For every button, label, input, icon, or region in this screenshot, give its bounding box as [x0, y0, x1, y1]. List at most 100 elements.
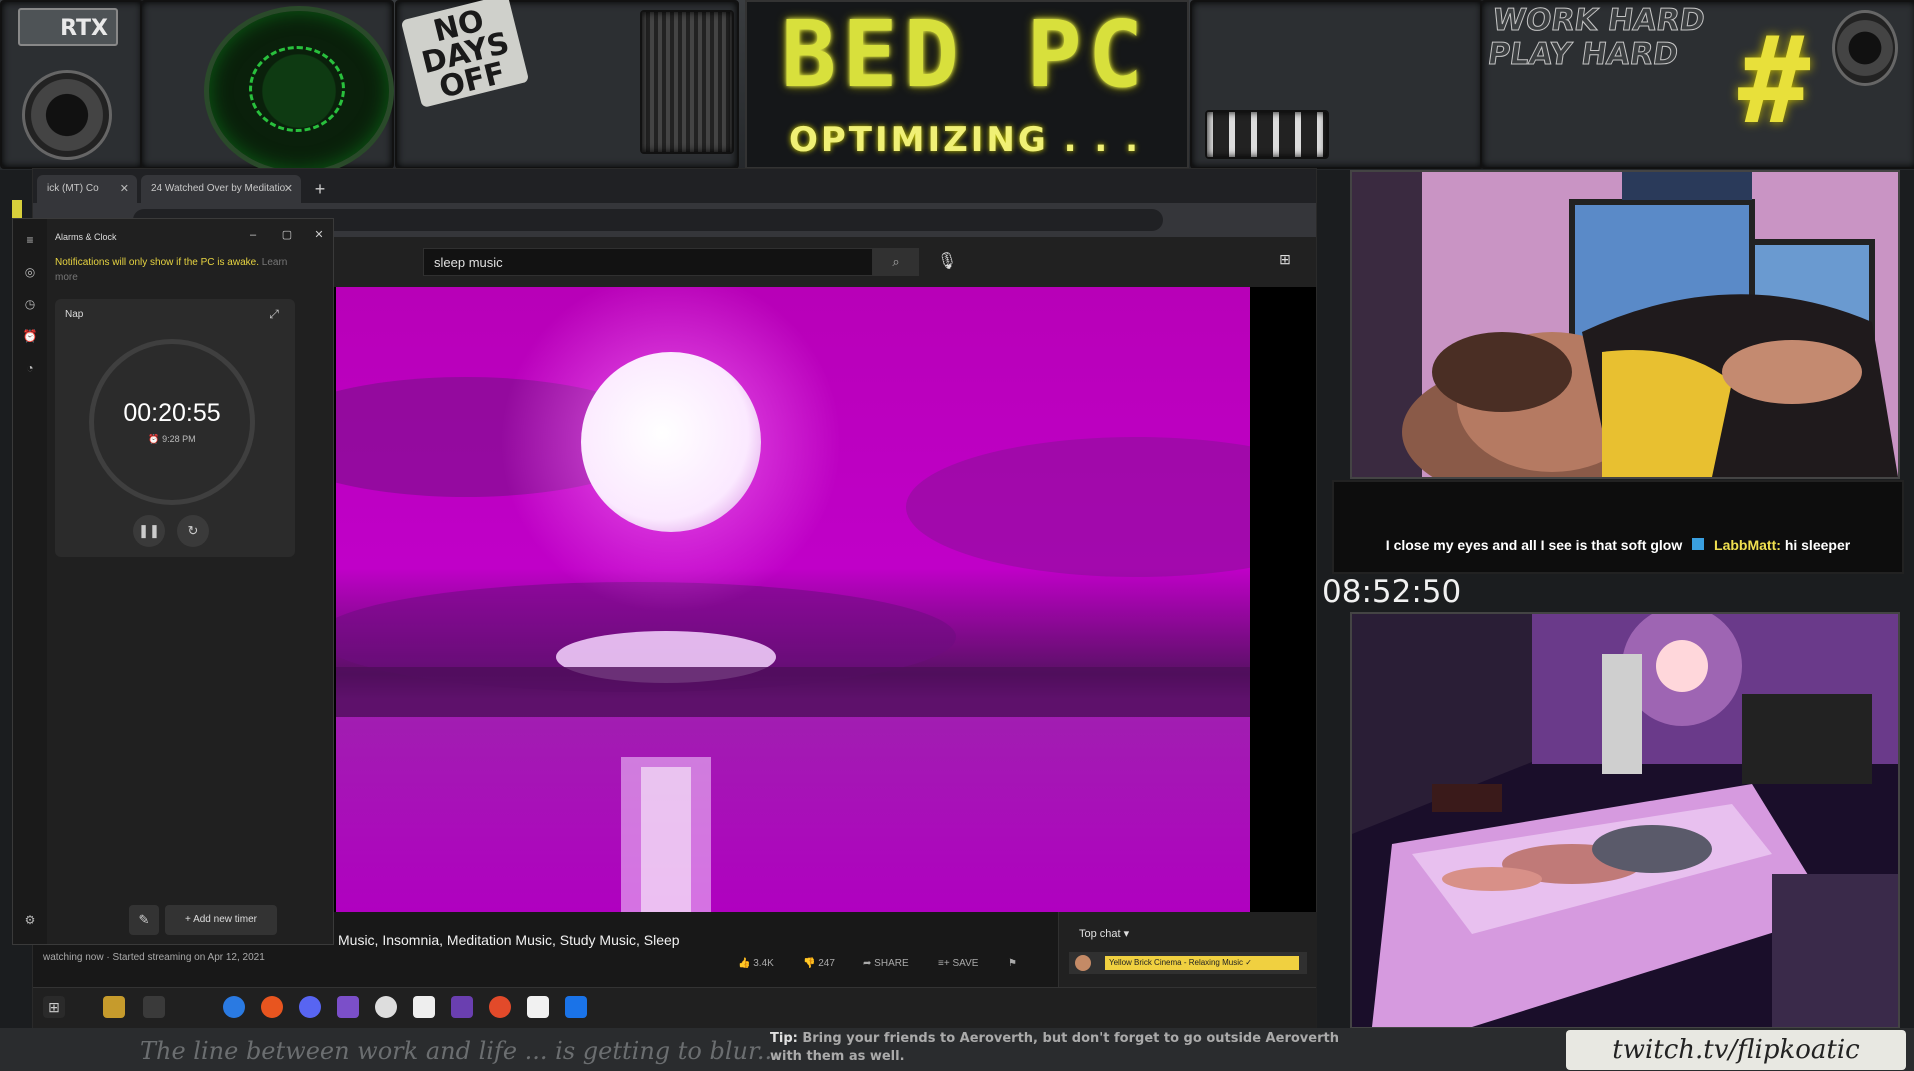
circuit-chip [640, 10, 734, 154]
twitch-app-icon[interactable] [337, 996, 359, 1018]
timer-name: Nap [65, 309, 84, 320]
pinned-chat-message: Yellow Brick Cinema - Relaxing Music ✓ [1069, 952, 1307, 974]
discord-icon[interactable] [299, 996, 321, 1018]
video-title: Music, Insomnia, Meditation Music, Study… [338, 932, 680, 948]
todo-icon[interactable] [565, 996, 587, 1018]
settings-gear-icon[interactable]: ⚙ [21, 913, 39, 931]
save-label: SAVE [952, 958, 979, 969]
timer-icon[interactable]: ◷ [21, 295, 39, 313]
minimize-icon[interactable]: – [241, 227, 265, 243]
timer-card: Nap ⤢ 00:20:55 ⏰ 9:28 PM ❚❚ ↻ [55, 299, 295, 557]
top-chat-dropdown[interactable]: Top chat ▾ [1079, 924, 1279, 944]
expand-icon[interactable]: ⤢ [265, 307, 283, 325]
timer-end-time: ⏰ 9:28 PM [148, 434, 196, 444]
search-icon[interactable]: ⌕ [873, 248, 919, 276]
notice-text: Notifications will only show if the PC i… [55, 257, 259, 268]
stream-metadata: watching now · Started streaming on Apr … [43, 952, 265, 963]
tab-label: 24 Watched Over by Meditatio [151, 183, 286, 194]
overlay-subtitle: OPTIMIZING . . . [788, 120, 1142, 160]
dislike-count: 247 [818, 958, 835, 969]
app-icon[interactable] [451, 996, 473, 1018]
chat-username: LabbMatt: [1714, 537, 1781, 553]
twitch-handle-tag: twitch.tv/flipkoatic [1566, 1030, 1906, 1070]
edit-icon[interactable]: ✎ [129, 905, 159, 935]
close-icon[interactable]: ✕ [284, 175, 293, 203]
work-hard-play-hard-sticker: WORK HARD PLAY HARD [1485, 3, 1707, 73]
tip-ticker: Tip: Bring your friends to Aeroverth, bu… [770, 1030, 1370, 1070]
firefox-icon[interactable] [261, 996, 283, 1018]
browser-tab-active[interactable]: 24 Watched Over by Meditatio ✕ [141, 175, 301, 203]
stopwatch-icon[interactable]: ◔ [21, 359, 39, 377]
thumbs-up-icon: 👍 [738, 958, 751, 969]
speaker-grille-left [22, 70, 112, 160]
app-icon[interactable] [489, 996, 511, 1018]
overlay-top-frame: RTX NO DAYS OFF BED PC OPTIMIZING . . . … [0, 0, 1914, 170]
like-button[interactable]: 👍 3.4K [738, 952, 798, 976]
gpu-badge: RTX [18, 8, 118, 46]
obs-icon[interactable] [375, 996, 397, 1018]
create-video-icon[interactable]: ⊞ [1273, 251, 1297, 273]
video-player[interactable] [336, 287, 1250, 912]
add-new-timer-button[interactable]: + Add new timer [165, 905, 277, 935]
close-icon[interactable]: ✕ [120, 175, 129, 203]
song-lyric: I close my eyes and all I see is that so… [1385, 537, 1683, 553]
sleeping-streamer-closeup [1352, 172, 1898, 477]
moon [581, 352, 761, 532]
radar-emblem [204, 6, 394, 170]
moon-reflection-core [641, 767, 691, 912]
pinned-channel-badge: Yellow Brick Cinema - Relaxing Music ✓ [1105, 956, 1299, 970]
tip-label: Tip: [770, 1031, 798, 1046]
thumbs-down-icon: 👎 [803, 958, 816, 969]
search-input[interactable]: sleep music [423, 248, 873, 276]
reset-icon[interactable]: ↻ [177, 515, 209, 547]
notification-notice: Notifications will only show if the PC i… [55, 255, 305, 287]
calendar-icon[interactable] [527, 996, 549, 1018]
bedroom-wide-shot [1352, 614, 1898, 1027]
share-label: SHARE [874, 958, 909, 969]
tab-label: ick (MT) Co [47, 183, 99, 194]
webcam-room [1350, 612, 1900, 1029]
microphone-icon[interactable]: 🎙 [933, 248, 961, 276]
flag-icon[interactable]: ⚑ [1008, 952, 1028, 976]
chat-caption-bar: I close my eyes and all I see is that so… [1332, 480, 1904, 574]
maximize-icon[interactable]: ▢ [275, 227, 299, 243]
overlay-bottom-strip: The line between work and life ... is ge… [0, 1028, 1914, 1071]
caption-ticker: I close my eyes and all I see is that so… [1334, 534, 1902, 556]
share-icon: ➦ [863, 958, 872, 969]
horizon [336, 667, 1250, 717]
like-count: 3.4K [753, 958, 774, 969]
avatar [1075, 955, 1091, 971]
file-explorer-icon[interactable] [103, 996, 125, 1018]
window-title: Alarms & Clock [55, 232, 117, 242]
clock-nav-rail: ≡ ◎ ◷ ⏰ ◔ [13, 219, 47, 944]
keyboard-graphic [1205, 110, 1329, 159]
overlay-title: BED PC [780, 1, 1150, 108]
save-button[interactable]: ≡+ SAVE [938, 952, 998, 976]
browser-tab-bar: ick (MT) Co ✕ 24 Watched Over by Meditat… [33, 169, 1316, 203]
steam-icon[interactable] [413, 996, 435, 1018]
app-icon[interactable] [143, 996, 165, 1018]
playlist-add-icon: ≡+ [938, 958, 950, 969]
tip-text: Bring your friends to Aeroverth, but don… [770, 1031, 1339, 1064]
hash-sign-graphic: # [1738, 12, 1811, 151]
add-timer-label: Add new timer [193, 914, 257, 925]
webcam-closeup [1350, 170, 1900, 479]
close-icon[interactable]: ✕ [307, 227, 331, 243]
new-tab-button[interactable]: + [308, 177, 332, 201]
moonlit-sea-thumbnail [336, 287, 1250, 912]
stream-clock: 08:52:50 [1322, 574, 1462, 610]
start-icon[interactable]: ⊞ [43, 996, 65, 1018]
share-button[interactable]: ➦ SHARE [863, 952, 933, 976]
alarm-icon[interactable]: ⏰ [21, 327, 39, 345]
pause-button[interactable]: ❚❚ [133, 515, 165, 547]
twitch-chat-icon [1692, 538, 1705, 550]
handwritten-quote: The line between work and life ... is ge… [140, 1037, 780, 1065]
dislike-button[interactable]: 👎 247 [803, 952, 863, 976]
windows-taskbar: ⊞ [33, 987, 1316, 1028]
edge-icon[interactable] [223, 996, 245, 1018]
speaker-grille-right [1832, 10, 1898, 86]
alarms-clock-window: ≡ ◎ ◷ ⏰ ◔ Alarms & Clock – ▢ ✕ Notificat… [12, 218, 334, 945]
menu-icon[interactable]: ≡ [21, 231, 39, 249]
browser-tab[interactable]: ick (MT) Co ✕ [37, 175, 137, 203]
focus-sessions-icon[interactable]: ◎ [21, 263, 39, 281]
